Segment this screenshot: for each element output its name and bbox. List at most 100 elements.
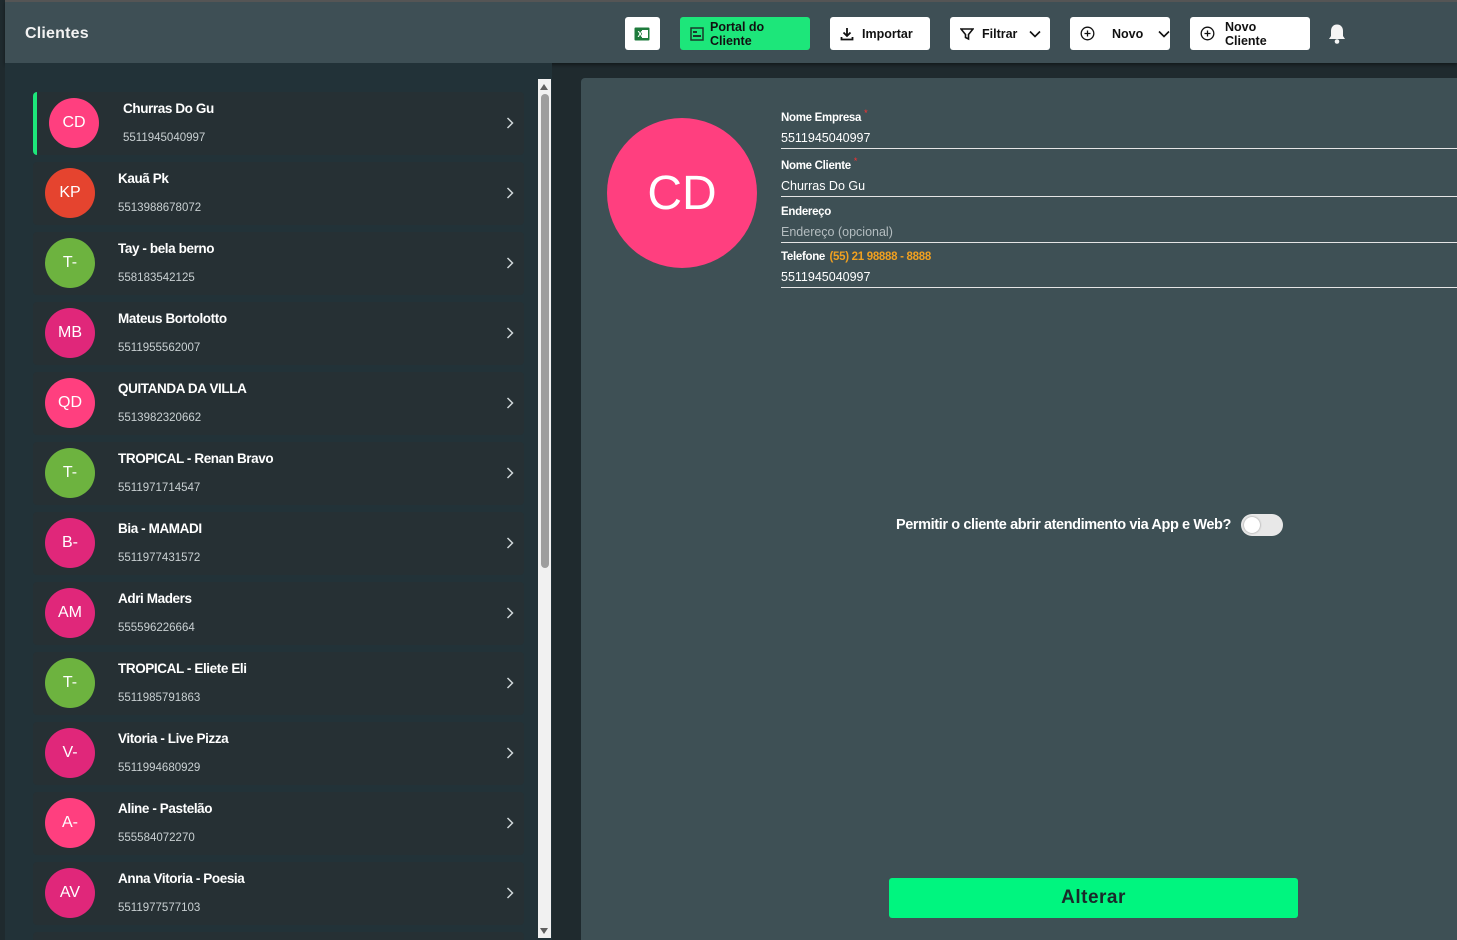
avatar: B- <box>45 518 95 568</box>
required-mark: * <box>864 108 868 118</box>
client-list-item[interactable]: T- TROPICAL - Renan Bravo 5511971714547 <box>33 442 524 505</box>
client-name: Aline - Pastelão <box>118 801 213 816</box>
client-list-item[interactable]: QD QUITANDA DA VILLA 5513982320662 <box>33 372 524 435</box>
client-list-item[interactable] <box>33 932 524 940</box>
nome-cliente-input[interactable]: Churras Do Gu <box>781 179 1457 196</box>
client-phone: 555596226664 <box>118 622 195 634</box>
endereco-field[interactable]: Endereço Endereço (opcional) <box>781 202 1457 243</box>
chevron-right-icon <box>506 537 514 549</box>
client-list-item[interactable]: A- Aline - Pastelão 555584072270 <box>33 792 524 855</box>
telefone-format-hint: (55) 21 98888 - 8888 <box>829 251 932 263</box>
chevron-right-icon <box>506 887 514 899</box>
client-list-item[interactable]: V- Vitoria - Live Pizza 5511994680929 <box>33 722 524 785</box>
svg-text:X: X <box>638 30 644 39</box>
avatar: AV <box>45 868 95 918</box>
client-list-item[interactable]: AV Anna Vitoria - Poesia 5511977577103 <box>33 862 524 925</box>
portal-cliente-button[interactable]: Portal do Cliente <box>680 17 810 50</box>
export-excel-button[interactable]: X <box>625 17 660 50</box>
scroll-up-arrow[interactable] <box>540 84 548 90</box>
client-name: Mateus Bortolotto <box>118 311 227 326</box>
chevron-down-icon <box>1158 30 1170 38</box>
client-list-item[interactable]: T- TROPICAL - Eliete Eli 5511985791863 <box>33 652 524 715</box>
portal-cliente-label: Portal do Cliente <box>710 19 765 48</box>
client-list-item[interactable]: MB Mateus Bortolotto 5511955562007 <box>33 302 524 365</box>
download-icon <box>840 27 854 40</box>
chevron-right-icon <box>506 817 514 829</box>
importar-label: Importar <box>862 26 913 41</box>
client-phone: 558183542125 <box>118 272 195 284</box>
client-phone: 5511977431572 <box>118 552 201 564</box>
client-list-item[interactable]: KP Kauã Pk 5513988678072 <box>33 162 524 225</box>
nome-empresa-input[interactable]: 5511945040997 <box>781 131 1457 148</box>
required-mark: * <box>853 156 858 166</box>
bell-icon[interactable] <box>1327 23 1347 45</box>
client-name: TROPICAL - Eliete Eli <box>118 661 247 676</box>
chevron-right-icon <box>506 397 514 409</box>
app-web-permission-toggle[interactable] <box>1240 514 1283 536</box>
chevron-right-icon <box>506 677 514 689</box>
filtrar-label: Filtrar <box>982 26 1018 41</box>
client-name: Vitoria - Live Pizza <box>118 731 229 746</box>
chevron-right-icon <box>506 467 514 479</box>
top-header: Clientes X Portal do Cliente Importar Fi… <box>5 0 1457 63</box>
chevron-right-icon <box>506 257 514 269</box>
client-phone: 555584072270 <box>118 832 195 844</box>
telefone-input[interactable]: 5511945040997 <box>781 270 1457 287</box>
novo-dropdown[interactable]: Novo <box>1070 17 1170 50</box>
toggle-knob <box>1243 517 1260 533</box>
client-name: TROPICAL - Renan Bravo <box>118 451 274 466</box>
page-title: Clientes <box>25 25 89 42</box>
novo-cliente-label: Novo Cliente <box>1225 19 1267 48</box>
plus-circle-icon <box>1200 26 1215 41</box>
filter-icon <box>960 27 974 40</box>
avatar: T- <box>45 658 95 708</box>
client-list-panel: CD Churras Do Gu 5511945040997 KP Kauã P… <box>5 63 552 940</box>
endereco-input[interactable]: Endereço (opcional) <box>781 225 1457 242</box>
client-phone: 5511977577103 <box>118 902 201 914</box>
importar-button[interactable]: Importar <box>830 17 930 50</box>
client-phone: 5513982320662 <box>118 412 202 424</box>
alterar-button[interactable]: Alterar <box>889 878 1298 918</box>
avatar: T- <box>45 448 95 498</box>
nome-cliente-field[interactable]: Nome Cliente * Churras Do Gu <box>781 156 1457 197</box>
filtrar-dropdown[interactable]: Filtrar <box>950 17 1050 50</box>
novo-cliente-button[interactable]: Novo Cliente <box>1190 17 1310 50</box>
client-phone: 5511985791863 <box>118 692 201 704</box>
nome-empresa-field[interactable]: Nome Empresa * 5511945040997 <box>781 108 1457 149</box>
client-list-item[interactable]: CD Churras Do Gu 5511945040997 <box>33 92 524 155</box>
chevron-right-icon <box>506 747 514 759</box>
avatar: KP <box>45 168 95 218</box>
chevron-down-icon <box>1029 30 1042 38</box>
client-list-item[interactable]: AM Adri Maders 555596226664 <box>33 582 524 645</box>
excel-icon: X <box>634 27 650 40</box>
chevron-right-icon <box>506 327 514 339</box>
avatar: T- <box>45 238 95 288</box>
client-list-item[interactable]: B- Bia - MAMADI 5511977431572 <box>33 512 524 575</box>
list-scrollbar[interactable] <box>538 79 551 938</box>
avatar: QD <box>45 378 95 428</box>
app-web-permission-label: Permitir o cliente abrir atendimento via… <box>896 517 1231 533</box>
telefone-field[interactable]: Telefone (55) 21 98888 - 8888 5511945040… <box>781 247 1457 288</box>
telefone-label: Telefone <box>781 251 826 263</box>
client-phone: 5511955562007 <box>118 342 201 354</box>
avatar: V- <box>45 728 95 778</box>
scroll-down-arrow[interactable] <box>540 928 548 934</box>
novo-label: Novo <box>1112 26 1144 41</box>
client-name: Tay - bela berno <box>118 241 215 256</box>
plus-circle-icon <box>1080 26 1095 41</box>
app-web-permission-row: Permitir o cliente abrir atendimento via… <box>896 514 1283 536</box>
avatar: CD <box>49 98 99 148</box>
client-name: Churras Do Gu <box>123 101 214 116</box>
client-avatar-large: CD <box>607 118 757 268</box>
nome-cliente-label: Nome Cliente <box>781 160 851 172</box>
client-name: Anna Vitoria - Poesia <box>118 871 245 886</box>
avatar: MB <box>45 308 95 358</box>
chevron-right-icon <box>506 607 514 619</box>
client-detail-panel: CD Nome Empresa * 5511945040997 Nome Clie… <box>581 78 1457 940</box>
client-list-item[interactable]: T- Tay - bela berno 558183542125 <box>33 232 524 295</box>
chevron-right-icon <box>506 117 514 129</box>
chevron-right-icon <box>506 187 514 199</box>
scrollbar-thumb[interactable] <box>541 94 549 568</box>
client-phone: 5513988678072 <box>118 202 202 214</box>
avatar: AM <box>45 588 95 638</box>
